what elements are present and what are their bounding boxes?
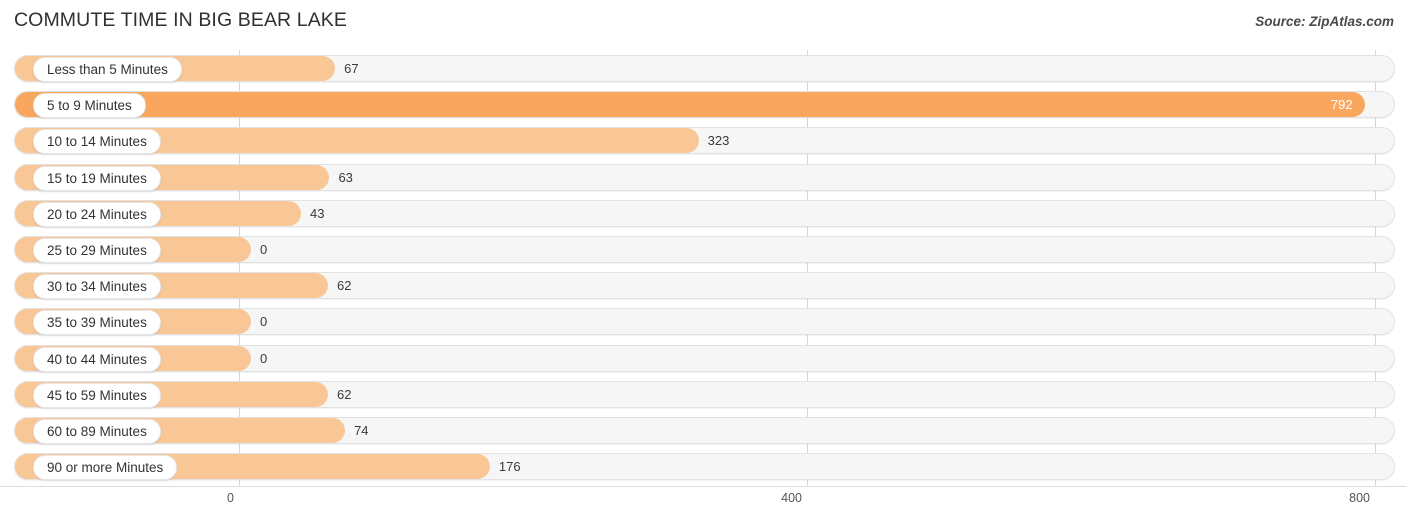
category-label: 30 to 34 Minutes bbox=[33, 274, 161, 300]
category-label: 15 to 19 Minutes bbox=[33, 165, 161, 191]
bar-value-label: 792 bbox=[1330, 97, 1353, 113]
bar-value-label: 62 bbox=[337, 278, 352, 294]
category-label: 60 to 89 Minutes bbox=[33, 419, 161, 444]
bar-value-label: 0 bbox=[260, 350, 268, 366]
bar-row: 0 40 to 44 Minutes bbox=[14, 344, 1395, 372]
chart-plot-area: 67 Less than 5 Minutes 792 5 to 9 Minutes 32… bbox=[0, 50, 1406, 486]
bar-row: 0 25 to 29 Minutes bbox=[14, 236, 1395, 263]
category-label: 90 or more Minutes bbox=[33, 455, 178, 481]
category-label: 10 to 14 Minutes bbox=[33, 129, 161, 155]
axis-tick-400: 400 bbox=[781, 491, 802, 505]
bar-value-label: 323 bbox=[707, 133, 730, 149]
bar-value-label: 67 bbox=[344, 61, 359, 76]
bar-value-label: 0 bbox=[260, 242, 268, 257]
bar-row: 74 60 to 89 Minutes bbox=[14, 417, 1395, 444]
axis-line bbox=[0, 486, 1406, 487]
bar-row: 43 20 to 24 Minutes bbox=[14, 199, 1395, 227]
page-title: COMMUTE TIME IN BIG BEAR LAKE bbox=[14, 9, 348, 31]
bar-row: 67 Less than 5 Minutes bbox=[14, 55, 1395, 82]
bar-value-label: 43 bbox=[310, 205, 325, 221]
axis-tick-800: 800 bbox=[1349, 491, 1370, 505]
bar[interactable]: 792 bbox=[15, 92, 1365, 118]
bar-value-label: 176 bbox=[498, 459, 521, 475]
bar-row: 62 30 to 34 Minutes bbox=[14, 272, 1395, 300]
bar-row: 323 10 to 14 Minutes bbox=[14, 127, 1395, 155]
x-axis: 0 400 800 bbox=[0, 486, 1406, 522]
source-attribution: Source: ZipAtlas.com bbox=[1255, 14, 1394, 29]
bar-row: 62 45 to 59 Minutes bbox=[14, 380, 1395, 408]
chart-header: COMMUTE TIME IN BIG BEAR LAKE Source: Zi… bbox=[0, 0, 1406, 46]
category-label: Less than 5 Minutes bbox=[33, 57, 182, 82]
bar-value-label: 63 bbox=[338, 169, 353, 185]
bar-row: 792 5 to 9 Minutes bbox=[14, 91, 1395, 119]
bar-row: 0 35 to 39 Minutes bbox=[14, 308, 1395, 336]
axis-tick-0: 0 bbox=[227, 491, 234, 505]
category-label: 40 to 44 Minutes bbox=[33, 346, 161, 372]
category-label: 20 to 24 Minutes bbox=[33, 201, 161, 227]
bar-value-label: 62 bbox=[337, 386, 352, 402]
category-label: 25 to 29 Minutes bbox=[33, 238, 161, 263]
bar-value-label: 74 bbox=[354, 423, 369, 438]
category-label: 45 to 59 Minutes bbox=[33, 382, 161, 408]
category-label: 5 to 9 Minutes bbox=[33, 93, 146, 119]
bar-row: 63 15 to 19 Minutes bbox=[14, 163, 1395, 191]
category-label: 35 to 39 Minutes bbox=[33, 310, 161, 336]
bar-row: 176 90 or more Minutes bbox=[14, 453, 1395, 481]
bar-value-label: 0 bbox=[260, 314, 268, 330]
